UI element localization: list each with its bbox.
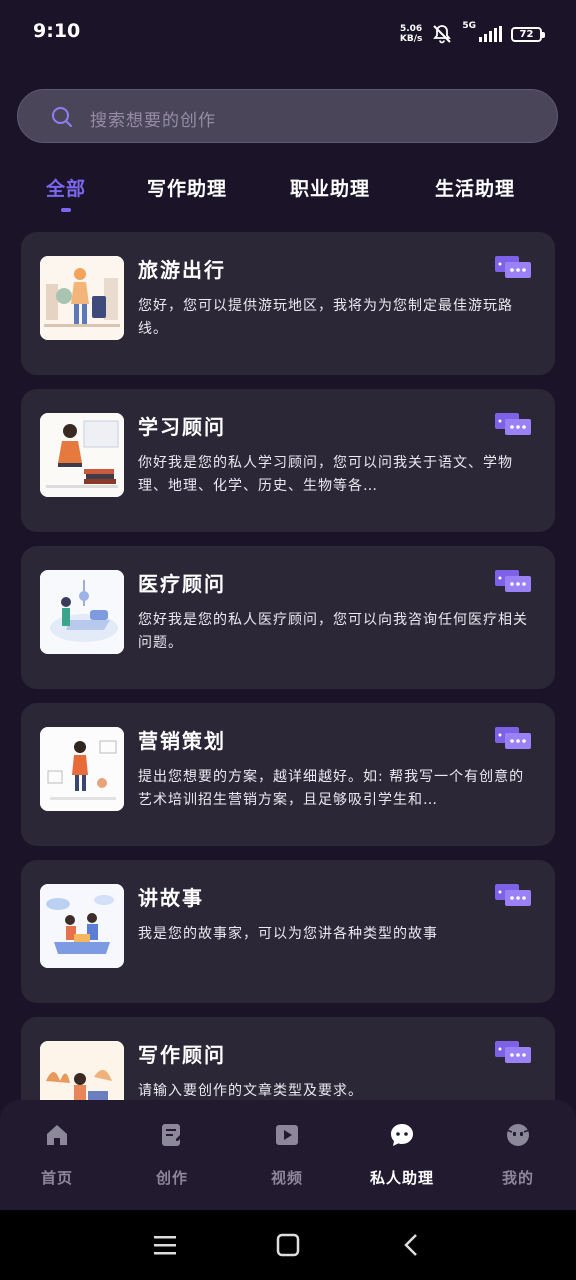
nav-label: 首页 <box>40 1169 73 1187</box>
nav-home[interactable]: 首页 <box>12 1122 102 1188</box>
card-title: 讲故事 <box>138 886 204 910</box>
bottom-navigation: 首页 创作 视频 私人助理 我的 <box>0 1100 576 1210</box>
nav-profile[interactable]: 我的 <box>473 1122 563 1188</box>
card-title: 旅游出行 <box>138 258 226 282</box>
card-title: 写作顾问 <box>138 1043 226 1067</box>
card-description: 您好，您可以提供游玩地区，我将为为您制定最佳游玩路线。 <box>138 298 513 337</box>
chat-bubbles-icon[interactable] <box>495 727 531 751</box>
video-play-icon <box>276 1125 298 1145</box>
chat-bubbles-icon[interactable] <box>495 413 531 437</box>
profile-face-icon <box>506 1124 530 1146</box>
nav-private-assistant[interactable]: 私人助理 <box>357 1122 447 1188</box>
menu-icon[interactable] <box>153 1233 177 1257</box>
medical-illustration <box>40 570 124 654</box>
nav-label: 私人助理 <box>369 1169 434 1187</box>
chat-bubbles-icon[interactable] <box>495 570 531 594</box>
card-description: 我是您的故事家，可以为您讲各种类型的故事 <box>138 926 438 942</box>
assistant-chat-icon <box>391 1124 413 1146</box>
nav-label: 创作 <box>155 1169 188 1187</box>
card-description: 你好我是您的私人学习顾问，您可以问我关于语文、学物理、地理、化学、历史、生物等各… <box>138 455 513 494</box>
card-title: 学习顾问 <box>138 415 226 439</box>
storytelling-illustration <box>40 884 124 968</box>
card-description: 提出您想要的方案，越详细越好。如: 帮我写一个有创意的艺术培训招生营销方案，且足… <box>138 769 525 808</box>
assistant-list: 旅游出行 您好，您可以提供游玩地区，我将为为您制定最佳游玩路线。 学习顾问 你好… <box>0 0 576 1100</box>
study-illustration <box>40 413 124 497</box>
nav-label: 视频 <box>270 1169 303 1187</box>
chat-bubbles-icon[interactable] <box>495 256 531 280</box>
travel-illustration <box>40 256 124 340</box>
nav-label: 我的 <box>501 1169 534 1187</box>
writing-illustration <box>40 1041 124 1100</box>
card-title: 医疗顾问 <box>138 572 226 596</box>
card-description: 您好我是您的私人医疗顾问，您可以向我咨询任何医疗相关问题。 <box>138 612 528 651</box>
assistant-card-marketing[interactable]: 营销策划 提出您想要的方案，越详细越好。如: 帮我写一个有创意的艺术培训招生营销… <box>21 703 555 846</box>
assistant-card-travel[interactable]: 旅游出行 您好，您可以提供游玩地区，我将为为您制定最佳游玩路线。 <box>21 232 555 375</box>
nav-video[interactable]: 视频 <box>242 1122 332 1188</box>
chat-bubbles-icon[interactable] <box>495 884 531 908</box>
marketing-illustration <box>40 727 124 811</box>
chat-bubbles-icon[interactable] <box>495 1041 531 1065</box>
home-icon <box>47 1125 67 1145</box>
home-square-icon[interactable] <box>276 1233 300 1257</box>
assistant-card-study[interactable]: 学习顾问 你好我是您的私人学习顾问，您可以问我关于语文、学物理、地理、化学、历史… <box>21 389 555 532</box>
card-description: 请输入要创作的文章类型及要求。 <box>138 1083 363 1099</box>
assistant-card-storytelling[interactable]: 讲故事 我是您的故事家，可以为您讲各种类型的故事 <box>21 860 555 1003</box>
system-navigation-bar <box>0 1210 576 1280</box>
assistant-card-writing[interactable]: 写作顾问 请输入要创作的文章类型及要求。 <box>21 1017 555 1100</box>
back-icon[interactable] <box>400 1233 424 1257</box>
card-title: 营销策划 <box>138 729 226 753</box>
nav-create[interactable]: 创作 <box>127 1122 217 1188</box>
edit-note-icon <box>162 1124 183 1146</box>
assistant-card-medical[interactable]: 医疗顾问 您好我是您的私人医疗顾问，您可以向我咨询任何医疗相关问题。 <box>21 546 555 689</box>
